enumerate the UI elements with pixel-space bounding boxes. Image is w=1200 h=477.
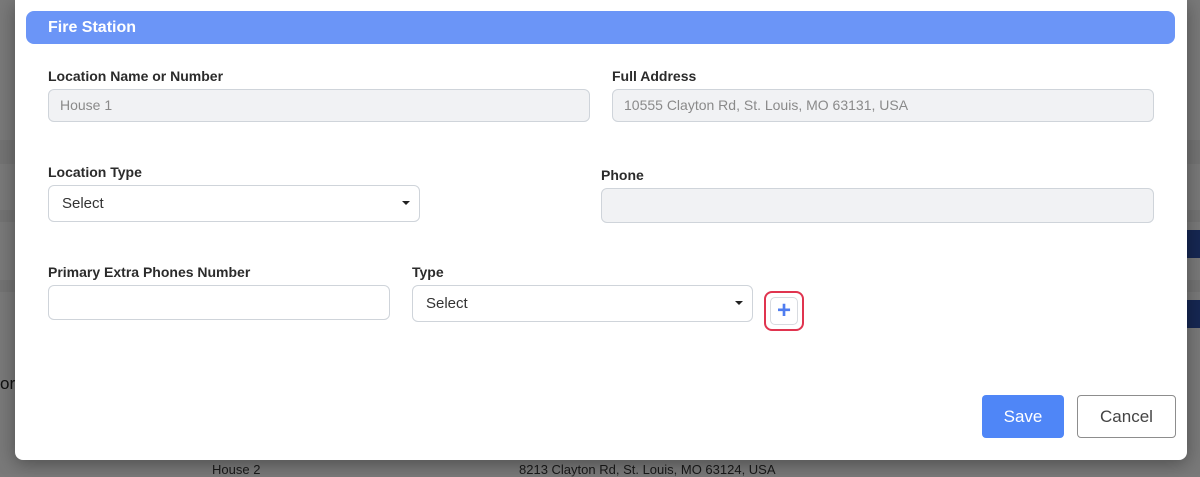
location-type-label: Location Type (48, 164, 142, 180)
location-name-label: Location Name or Number (48, 68, 224, 84)
phone-label: Phone (601, 167, 644, 183)
fire-station-modal: Fire Station Location Name or Number Hou… (15, 0, 1187, 460)
full-address-label: Full Address (612, 68, 697, 84)
add-phone-button[interactable]: + (764, 291, 804, 331)
type-select[interactable]: Select (412, 285, 753, 322)
chevron-down-icon (402, 201, 410, 205)
type-selected: Select (426, 295, 468, 312)
location-type-select[interactable]: Select (48, 185, 420, 222)
primary-extra-phone-label: Primary Extra Phones Number (48, 264, 251, 280)
save-button[interactable]: Save (982, 395, 1064, 438)
phone-field[interactable] (601, 188, 1154, 223)
type-label: Type (412, 264, 444, 280)
modal-header: Fire Station (26, 11, 1175, 44)
chevron-down-icon (735, 301, 743, 305)
full-address-field[interactable]: 10555 Clayton Rd, St. Louis, MO 63131, U… (612, 89, 1154, 122)
primary-extra-phone-field[interactable] (48, 285, 390, 320)
plus-icon: + (770, 297, 798, 325)
cancel-button[interactable]: Cancel (1077, 395, 1176, 438)
modal-title: Fire Station (48, 19, 137, 36)
location-type-selected: Select (62, 195, 104, 212)
location-name-field[interactable]: House 1 (48, 89, 590, 122)
